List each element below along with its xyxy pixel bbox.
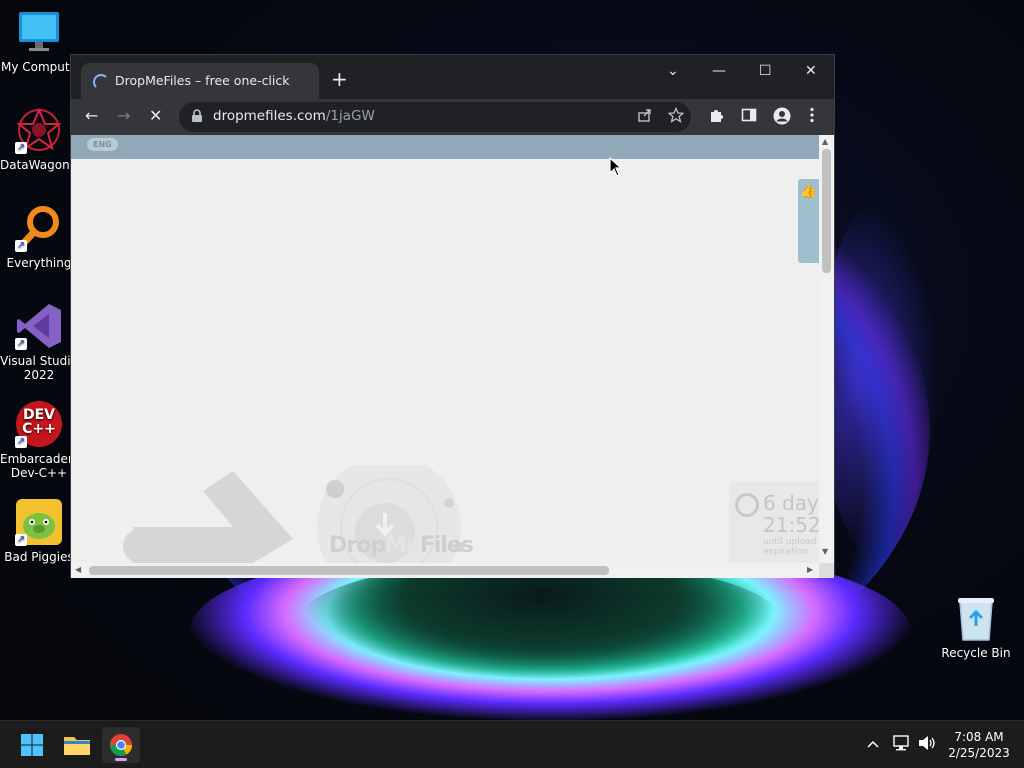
scrollbar-corner	[819, 563, 834, 578]
monitor-icon	[15, 8, 63, 56]
datawagon-icon: ↗	[15, 106, 63, 154]
taskbar-clock[interactable]: 7:08 AM 2/25/2023	[944, 729, 1014, 761]
show-hidden-icons-chevron-icon[interactable]	[866, 735, 880, 753]
folder-icon	[64, 737, 90, 755]
loading-spinner-icon	[93, 74, 109, 90]
lock-icon[interactable]	[191, 109, 203, 126]
page-content[interactable]: ENG 👍 DropMeFiles 6 day 21:52 until uplo	[71, 135, 819, 563]
devcpp-badge-text: DEV C++	[22, 407, 56, 437]
tab-title: DropMeFiles – free one-click file sharin…	[115, 73, 290, 88]
scroll-down-arrow-icon[interactable]: ▼	[822, 547, 828, 556]
tab-dropmefiles[interactable]: DropMeFiles – free one-click file sharin…	[81, 63, 319, 99]
devcpp-icon: DEV C++ ↗	[15, 400, 63, 448]
scroll-left-arrow-icon[interactable]: ◀	[75, 565, 81, 574]
share-icon[interactable]	[637, 107, 653, 127]
extensions-puzzle-icon[interactable]	[709, 107, 725, 129]
clock-icon	[735, 493, 759, 517]
minimize-button[interactable]: —	[712, 63, 726, 79]
desktop-icon-visual-studio[interactable]: ↗ Visual Studio 2022	[0, 302, 78, 382]
side-panel-icon[interactable]	[741, 107, 757, 129]
desktop-icon-recycle-bin[interactable]: Recycle Bin	[940, 596, 1012, 660]
active-app-indicator	[115, 758, 127, 761]
desktop-icon-devcpp[interactable]: DEV C++ ↗ Embarcadero Dev-C++	[0, 400, 78, 480]
thumbs-up-icon[interactable]: 👍	[798, 179, 819, 263]
dropmefiles-logo: DropMeFiles	[311, 455, 474, 563]
forward-button[interactable]: →	[117, 105, 130, 127]
bad-piggies-icon: ↗	[15, 498, 63, 546]
timer-days: 6 day	[763, 491, 819, 515]
recycle-bin-icon	[956, 596, 996, 642]
desktop-icon-datawagon[interactable]: ↗ DataWagon...	[0, 106, 78, 172]
desktop-icon-label: Bad Piggies	[4, 550, 74, 564]
vertical-scroll-thumb[interactable]	[822, 149, 831, 273]
menu-kebab-icon[interactable]	[809, 107, 815, 129]
timer-time: 21:52	[763, 513, 819, 537]
recycle-bin-label: Recycle Bin	[941, 646, 1011, 660]
shortcut-arrow-icon: ↗	[15, 338, 27, 350]
shortcut-arrow-icon: ↗	[15, 534, 27, 546]
arrow-graphic	[123, 471, 293, 563]
network-icon[interactable]	[893, 735, 911, 755]
language-selector[interactable]: ENG	[87, 138, 118, 151]
profile-avatar-icon[interactable]	[773, 107, 791, 131]
scroll-right-arrow-icon[interactable]: ▶	[807, 565, 813, 574]
mouse-cursor-icon	[609, 157, 623, 177]
clock-time: 7:08 AM	[954, 730, 1004, 744]
taskbar-file-explorer[interactable]	[58, 727, 96, 763]
windows-logo-icon	[21, 734, 43, 756]
desktop-icon-my-computer[interactable]: My Compute	[0, 8, 78, 74]
horizontal-scroll-thumb[interactable]	[89, 566, 609, 575]
clock-date: 2/25/2023	[948, 746, 1010, 760]
address-bar[interactable]: dropmefiles.com/1jaGW	[179, 102, 691, 132]
close-window-button[interactable]: ✕	[805, 63, 817, 79]
maximize-button[interactable]: ☐	[759, 63, 772, 79]
tab-search-button[interactable]: ⌄	[667, 63, 679, 79]
volume-icon[interactable]	[918, 735, 936, 755]
new-tab-button[interactable]: +	[331, 69, 348, 89]
desktop-icon-label: Everything	[6, 256, 72, 270]
shortcut-arrow-icon: ↗	[15, 436, 27, 448]
taskbar-chrome[interactable]	[102, 727, 140, 763]
site-header-bar: ENG	[71, 135, 819, 159]
desktop-icon-label: Embarcadero Dev-C++	[0, 452, 78, 480]
timer-caption: until upload expiration	[763, 537, 817, 557]
desktop-icon-label: My Compute	[1, 60, 77, 74]
desktop-icon-everything[interactable]: ↗ Everything	[0, 204, 78, 270]
shortcut-arrow-icon: ↗	[15, 142, 27, 154]
horizontal-scrollbar[interactable]: ◀ ▶	[71, 563, 819, 578]
expiration-timer: 6 day 21:52 until upload expiration	[729, 481, 819, 563]
desktop-icon-label: Visual Studio 2022	[0, 354, 78, 382]
url-path: /1jaGW	[325, 108, 375, 124]
stop-loading-button[interactable]: ✕	[149, 105, 162, 127]
scroll-up-arrow-icon[interactable]: ▲	[822, 137, 828, 146]
logo-text: DropMeFiles	[329, 533, 474, 558]
start-button[interactable]	[13, 727, 51, 763]
desktop-icon-bad-piggies[interactable]: ↗ Bad Piggies	[0, 498, 78, 564]
taskbar: 7:08 AM 2/25/2023	[0, 720, 1024, 768]
bookmark-star-icon[interactable]	[667, 106, 685, 127]
visual-studio-icon: ↗	[15, 302, 63, 350]
url-text[interactable]: dropmefiles.com/1jaGW	[213, 108, 375, 124]
back-button[interactable]: ←	[85, 105, 98, 127]
shortcut-arrow-icon: ↗	[15, 240, 27, 252]
magnifier-icon: ↗	[15, 204, 63, 252]
browser-window[interactable]: DropMeFiles – free one-click file sharin…	[70, 54, 835, 578]
browser-toolbar: ← → ✕ dropmefiles.com/1jaGW	[71, 99, 834, 135]
tab-strip: DropMeFiles – free one-click file sharin…	[71, 55, 834, 99]
url-host: dropmefiles.com	[213, 108, 326, 124]
vertical-scrollbar[interactable]: ▲ ▼	[819, 135, 834, 563]
desktop-icon-label: DataWagon...	[0, 158, 78, 172]
